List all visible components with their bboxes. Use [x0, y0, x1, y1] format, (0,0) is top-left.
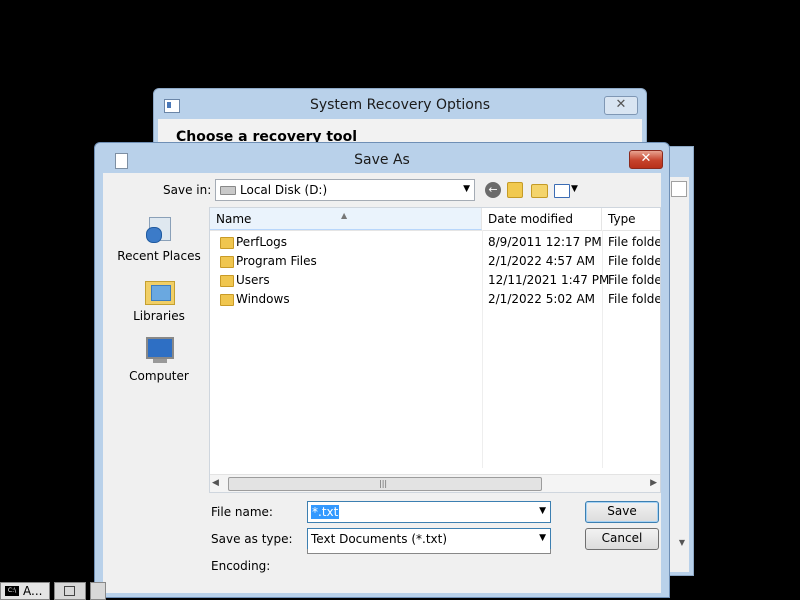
file-date: 2/1/2022 4:57 AM	[488, 254, 596, 268]
chevron-down-icon[interactable]: ▼	[571, 184, 578, 194]
place-computer[interactable]: Computer	[111, 335, 207, 383]
back-button[interactable]: ←	[485, 182, 501, 198]
taskbar-item[interactable]	[90, 582, 106, 600]
dialog-title: Save As	[354, 152, 410, 168]
views-menu-button[interactable]	[554, 184, 570, 198]
computer-icon	[143, 335, 175, 365]
save-in-label: Save in:	[163, 183, 212, 197]
chevron-down-icon: ▼	[463, 184, 470, 194]
column-header-date[interactable]: Date modified	[482, 208, 602, 230]
column-header-type[interactable]: Type	[602, 208, 660, 230]
list-item[interactable]: Users 12/11/2021 1:47 PM File folder	[210, 271, 660, 290]
close-button[interactable]: ✕	[604, 96, 638, 115]
save-as-type-select[interactable]: Text Documents (*.txt) ▼	[307, 528, 551, 550]
taskbar-restore-button[interactable]	[54, 582, 86, 600]
file-name-input[interactable]: *.txt ▼	[307, 501, 551, 523]
file-type: File folder	[608, 235, 660, 249]
command-prompt-icon: C:\	[5, 586, 19, 596]
restore-icon	[64, 586, 75, 596]
cancel-button[interactable]: Cancel	[585, 528, 659, 550]
file-name: Program Files	[236, 254, 317, 268]
file-date: 8/9/2011 12:17 PM	[488, 235, 602, 249]
list-item[interactable]: Program Files 2/1/2022 4:57 AM File fold…	[210, 252, 660, 271]
file-type: File folder	[608, 292, 660, 306]
list-item[interactable]: Windows 2/1/2022 5:02 AM File folder	[210, 290, 660, 309]
horizontal-scrollbar[interactable]: ◀ ||| ▶	[210, 474, 660, 492]
file-name-label: File name:	[211, 505, 273, 519]
file-date: 12/11/2021 1:47 PM	[488, 273, 610, 287]
save-button[interactable]: Save	[585, 501, 659, 523]
save-as-type-label: Save as type:	[211, 532, 293, 546]
window-title: System Recovery Options	[309, 97, 491, 113]
grip-icon: |||	[379, 479, 388, 488]
chevron-down-icon[interactable]: ▼	[539, 533, 546, 543]
save-in-combo[interactable]: Local Disk (D:) ▼	[215, 179, 475, 201]
scroll-down-arrow-icon: ▼	[678, 538, 685, 547]
up-folder-button[interactable]	[507, 182, 523, 198]
background-window-edge: ▼	[668, 146, 694, 576]
scroll-right-icon[interactable]: ▶	[650, 478, 657, 488]
place-recent-places[interactable]: Recent Places	[111, 215, 207, 263]
dialog-client: Save in: Local Disk (D:) ▼ ← ▼ Recent Pl…	[103, 173, 661, 593]
column-header-name[interactable]: Name ▲	[210, 208, 482, 230]
close-button[interactable]: ✕	[629, 150, 663, 169]
dropdown-list-edge	[307, 549, 551, 554]
place-label: Libraries	[133, 309, 185, 323]
libraries-icon	[143, 275, 175, 305]
file-name: Users	[236, 273, 270, 287]
file-name-value: *.txt	[311, 505, 340, 519]
list-item[interactable]: PerfLogs 8/9/2011 12:17 PM File folder	[210, 233, 660, 252]
folder-icon	[220, 237, 234, 249]
file-date: 2/1/2022 5:02 AM	[488, 292, 596, 306]
folder-icon	[220, 294, 234, 306]
taskbar-item-label: A...	[23, 584, 43, 598]
folder-icon	[220, 275, 234, 287]
place-label: Computer	[129, 369, 189, 383]
taskbar-item-cmd[interactable]: C:\ A...	[0, 582, 50, 600]
column-label: Name	[216, 212, 252, 226]
folder-icon	[220, 256, 234, 268]
scrollbar-thumb[interactable]: |||	[228, 477, 542, 491]
recent-places-icon	[143, 215, 175, 245]
scroll-left-icon[interactable]: ◀	[212, 478, 219, 488]
save-as-type-value: Text Documents (*.txt)	[311, 532, 448, 546]
place-libraries[interactable]: Libraries	[111, 275, 207, 323]
list-header: Name ▲ Date modified Type	[210, 208, 660, 231]
file-type: File folder	[608, 254, 660, 268]
sort-arrow-icon: ▲	[341, 211, 348, 220]
encoding-label: Encoding:	[211, 559, 271, 573]
save-in-value: Local Disk (D:)	[240, 183, 328, 197]
place-label: Recent Places	[117, 249, 201, 263]
taskbar: C:\ A...	[0, 580, 106, 600]
file-name: Windows	[236, 292, 290, 306]
new-folder-button[interactable]	[531, 184, 548, 198]
file-name: PerfLogs	[236, 235, 288, 249]
chevron-down-icon[interactable]: ▼	[539, 506, 546, 516]
save-as-dialog: Save As ✕ Save in: Local Disk (D:) ▼ ← ▼…	[94, 142, 670, 598]
file-list[interactable]: Name ▲ Date modified Type PerfLogs 8/9/2…	[209, 207, 661, 493]
file-type: File folder	[608, 273, 660, 287]
drive-icon	[220, 186, 236, 195]
